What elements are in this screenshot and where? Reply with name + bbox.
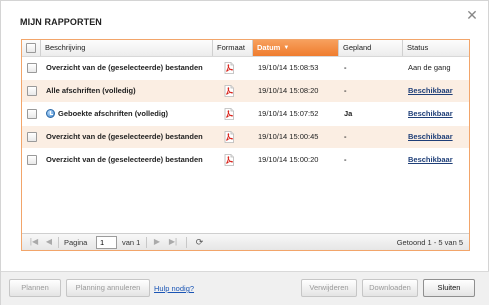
row-scheduled: - [344, 132, 347, 141]
dialog-footer: Plannen Planning annuleren Hulp nodig? V… [1, 271, 489, 305]
row-date: 19/10/14 15:08:53 [258, 63, 319, 72]
column-header-status[interactable]: Status [403, 40, 469, 56]
table-row[interactable]: Overzicht van de (geselecteerde) bestand… [22, 149, 469, 171]
plan-button[interactable]: Plannen [9, 279, 61, 297]
row-description: Overzicht van de (geselecteerde) bestand… [46, 57, 203, 79]
refresh-icon[interactable]: ⟳ [194, 237, 205, 248]
row-description: Geboekte afschriften (volledig) [46, 103, 168, 125]
reports-grid: Beschrijving Formaat Datum ▼ Gepland Stat… [21, 39, 470, 251]
pdf-icon[interactable] [224, 62, 234, 74]
help-link[interactable]: Hulp nodig? [154, 284, 194, 293]
scheduled-icon [46, 109, 55, 118]
select-all-checkbox[interactable] [26, 43, 36, 53]
column-header-format[interactable]: Formaat [213, 40, 253, 56]
row-date: 19/10/14 15:07:52 [258, 109, 319, 118]
row-status-link[interactable]: Beschikbaar [408, 149, 453, 171]
row-checkbox[interactable] [27, 63, 37, 73]
row-description: Alle afschriften (volledig) [46, 80, 136, 102]
grid-header: Beschrijving Formaat Datum ▼ Gepland Stat… [22, 40, 469, 57]
sort-descending-icon: ▼ [283, 45, 290, 51]
table-row[interactable]: Alle afschriften (volledig) 19/10/14 15:0… [22, 80, 469, 102]
row-scheduled: - [344, 86, 347, 95]
reports-dialog: MIJN RAPPORTEN ✕ Beschrijving Formaat Da… [0, 0, 489, 305]
row-checkbox[interactable] [27, 155, 37, 165]
column-header-date[interactable]: Datum ▼ [253, 40, 339, 56]
last-page-icon[interactable]: ▶| [168, 237, 178, 247]
close-button[interactable]: Sluiten [423, 279, 475, 297]
page-count-label: van 1 [122, 238, 141, 247]
delete-button[interactable]: Verwijderen [301, 279, 357, 297]
row-date: 19/10/14 15:00:45 [258, 132, 319, 141]
column-header-description[interactable]: Beschrijving [41, 40, 213, 56]
next-page-icon[interactable]: ▶ [152, 237, 162, 247]
row-description: Overzicht van de (geselecteerde) bestand… [46, 126, 203, 148]
row-checkbox[interactable] [27, 109, 37, 119]
row-checkbox[interactable] [27, 132, 37, 142]
pager-separator [146, 237, 147, 248]
row-checkbox[interactable] [27, 86, 37, 96]
row-description-text: Overzicht van de (geselecteerde) bestand… [46, 132, 203, 141]
row-scheduled: - [344, 63, 347, 72]
row-status: Aan de gang [408, 63, 451, 72]
table-row[interactable]: Overzicht van de (geselecteerde) bestand… [22, 126, 469, 148]
row-description-text: Overzicht van de (geselecteerde) bestand… [46, 63, 203, 72]
pdf-icon[interactable] [224, 131, 234, 143]
cancel-planning-button[interactable]: Planning annuleren [66, 279, 150, 297]
column-header-date-label: Datum [257, 43, 281, 52]
pager-summary: Getoond 1 - 5 van 5 [396, 238, 463, 247]
pdf-icon[interactable] [224, 154, 234, 166]
pager-separator [186, 237, 187, 248]
table-row[interactable]: Overzicht van de (geselecteerde) bestand… [22, 57, 469, 79]
row-description: Overzicht van de (geselecteerde) bestand… [46, 149, 203, 171]
download-button[interactable]: Downloaden [362, 279, 418, 297]
pdf-icon[interactable] [224, 85, 234, 97]
table-row[interactable]: Geboekte afschriften (volledig) 19/10/14 … [22, 103, 469, 125]
pager: |◀ ◀ Pagina van 1 ▶ ▶| ⟳ Getoond 1 - 5 v… [22, 233, 469, 250]
first-page-icon[interactable]: |◀ [29, 237, 39, 247]
column-header-scheduled[interactable]: Gepland [339, 40, 403, 56]
pdf-icon[interactable] [224, 108, 234, 120]
page-label: Pagina [64, 238, 88, 247]
dialog-title: MIJN RAPPORTEN [20, 17, 102, 27]
row-description-text: Geboekte afschriften (volledig) [58, 109, 169, 118]
row-status-link[interactable]: Beschikbaar [408, 103, 453, 125]
previous-page-icon[interactable]: ◀ [44, 237, 54, 247]
row-description-text: Alle afschriften (volledig) [46, 86, 136, 95]
row-date: 19/10/14 15:08:20 [258, 86, 319, 95]
page-number-input[interactable] [96, 236, 117, 249]
row-date: 19/10/14 15:00:20 [258, 155, 319, 164]
select-all-header [22, 40, 41, 56]
row-status-link[interactable]: Beschikbaar [408, 80, 453, 102]
pager-separator [58, 237, 59, 248]
row-scheduled: - [344, 155, 347, 164]
row-description-text: Overzicht van de (geselecteerde) bestand… [46, 155, 203, 164]
row-scheduled: Ja [344, 109, 353, 118]
close-icon[interactable]: ✕ [465, 8, 479, 22]
row-status-link[interactable]: Beschikbaar [408, 126, 453, 148]
